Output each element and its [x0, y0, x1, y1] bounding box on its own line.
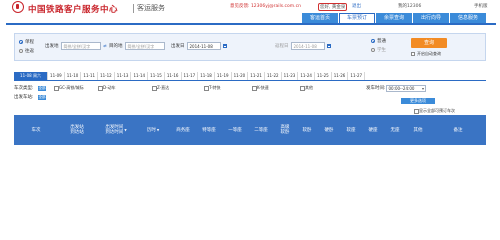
- date-tab[interactable]: 11-24: [298, 72, 315, 80]
- depart-date-input[interactable]: 2014-11-08: [187, 42, 221, 50]
- train-type-all-button[interactable]: 全部: [38, 86, 46, 91]
- col-other: 其他: [413, 127, 423, 133]
- passenger-student-radio[interactable]: [371, 48, 375, 52]
- filter-k-checkbox[interactable]: K-快速: [252, 85, 269, 91]
- date-tab[interactable]: 11-13: [115, 72, 132, 80]
- col-first-class: 一等座: [228, 127, 242, 133]
- passenger-normal-label: 普通: [377, 39, 386, 44]
- swap-stations-icon[interactable]: ⇄: [103, 44, 107, 48]
- date-tab[interactable]: 11-09: [48, 72, 65, 80]
- to-label: 目的地: [109, 44, 123, 49]
- col-deluxe-sleeper: 高级 软卧: [280, 125, 290, 135]
- from-station-input[interactable]: 简拼/全拼/汉字: [61, 42, 101, 50]
- date-tab[interactable]: 11-17: [182, 72, 199, 80]
- one-way-radio[interactable]: [19, 40, 23, 44]
- date-tab[interactable]: 11-27: [348, 72, 366, 80]
- col-soft-sleeper: 软卧: [302, 127, 312, 133]
- date-tab-selected[interactable]: 11-08 周六: [14, 72, 48, 80]
- from-label: 出发地: [45, 44, 59, 49]
- station-label: 出发车站:: [14, 95, 34, 100]
- date-tab[interactable]: 11-16: [165, 72, 182, 80]
- tab-ticket-booking[interactable]: 车票预订: [339, 13, 375, 23]
- brand-subtitle: 客运服务: [137, 4, 165, 12]
- tab-home[interactable]: 客运首页: [302, 13, 338, 23]
- date-tab[interactable]: 11-18: [198, 72, 215, 80]
- brand-divider: [133, 4, 134, 13]
- depart-time-label: 发车时间:: [366, 86, 386, 91]
- brand-title: 中国铁路客户服务中心: [28, 5, 119, 15]
- filter-t-checkbox[interactable]: T-特快: [204, 85, 221, 91]
- tab-info-service[interactable]: 信息服务: [450, 13, 486, 23]
- user-greeting: 您好, 黄金泉: [318, 3, 348, 11]
- date-tab[interactable]: 11-25: [315, 72, 332, 80]
- auto-query-checkbox[interactable]: [411, 52, 415, 56]
- date-tab[interactable]: 11-22: [265, 72, 282, 80]
- train-type-label: 车次类型:: [14, 86, 34, 91]
- show-all-checkbox[interactable]: 显示全部可预订车次: [414, 108, 455, 114]
- results-table-header: 车次 出发站 到达站 出发时间 到达时间 历时 商务座 特等座 一等座 二等座 …: [14, 115, 486, 145]
- date-tab[interactable]: 11-15: [148, 72, 165, 80]
- passenger-normal-radio[interactable]: [371, 39, 375, 43]
- date-tab[interactable]: 11-12: [98, 72, 115, 80]
- depart-time-select[interactable]: 00:00--24:00: [386, 85, 426, 92]
- railway-logo-icon: [12, 1, 24, 13]
- my12306-link[interactable]: 我的12306: [398, 3, 421, 9]
- col-times[interactable]: 出发时间 到达时间: [96, 115, 136, 145]
- return-date-label: 返程日: [275, 44, 289, 49]
- return-date-input[interactable]: 2014-11-08: [291, 42, 325, 50]
- col-remarks: 备注: [453, 127, 463, 133]
- logout-link[interactable]: 退出: [352, 3, 361, 9]
- feedback-link[interactable]: 意见反馈: 12306yj@rails.com.cn: [230, 3, 301, 9]
- station-all-button[interactable]: 全部: [38, 95, 46, 100]
- filter-other-checkbox[interactable]: 其他: [300, 85, 313, 91]
- date-tab[interactable]: 11-14: [131, 72, 149, 80]
- date-tab[interactable]: 11-20: [232, 72, 249, 80]
- date-tab[interactable]: 11-19: [215, 72, 232, 80]
- date-strip: 11-08 周六 11-09 11-10 11-11 11-12 11-13 1…: [14, 72, 486, 81]
- col-soft-seat: 软座: [346, 127, 356, 133]
- train-type-filter-row: 车次类型: 全部 GC-高铁/城际 D-动车 Z-直达 T-特快 K-快速 其他…: [14, 85, 486, 94]
- one-way-label: 单程: [25, 40, 34, 45]
- search-panel: 单程 往返 出发地 简拼/全拼/汉字 ⇄ 目的地 简拼/全拼/汉字 出发日 20…: [14, 33, 486, 61]
- col-premium: 特等座: [202, 127, 216, 133]
- tab-ticket-query[interactable]: 余票查询: [376, 13, 412, 23]
- date-tab[interactable]: 11-21: [248, 72, 265, 80]
- mobile-link[interactable]: 手机版: [474, 3, 488, 9]
- filter-d-checkbox[interactable]: D-动车: [98, 85, 116, 91]
- col-train-no[interactable]: 车次: [14, 115, 58, 145]
- filter-gc-checkbox[interactable]: GC-高铁/城际: [54, 85, 84, 91]
- main-nav: 客运首页 车票预订 余票查询 出行向导 信息服务: [301, 13, 486, 23]
- depart-calendar-icon[interactable]: [223, 44, 227, 48]
- col-stations[interactable]: 出发站 到达站: [58, 115, 96, 145]
- round-trip-radio[interactable]: [19, 49, 23, 53]
- col-no-seat: 无座: [390, 127, 400, 133]
- date-tab[interactable]: 11-23: [282, 72, 299, 80]
- col-second-class: 二等座: [254, 127, 268, 133]
- return-calendar-icon[interactable]: [327, 44, 331, 48]
- date-tab[interactable]: 11-10: [65, 72, 82, 80]
- col-business: 商务座: [176, 127, 190, 133]
- passenger-student-label: 学生: [377, 48, 386, 53]
- tab-travel-guide[interactable]: 出行向导: [413, 13, 449, 23]
- filter-z-checkbox[interactable]: Z-直达: [152, 85, 169, 91]
- header: 中国铁路客户服务中心 客运服务 意见反馈: 12306yj@rails.com.…: [0, 0, 500, 15]
- col-hard-sleeper: 硬卧: [324, 127, 334, 133]
- round-trip-label: 往返: [25, 49, 34, 54]
- date-tab[interactable]: 11-26: [332, 72, 349, 80]
- to-station-input[interactable]: 简拼/全拼/汉字: [125, 42, 165, 50]
- col-hard-seat: 硬座: [368, 127, 378, 133]
- col-duration[interactable]: 历时: [136, 115, 170, 145]
- auto-query-label: 开启自动查询: [417, 51, 441, 56]
- nav-underline: [6, 23, 496, 25]
- depart-date-label: 出发日: [171, 44, 185, 49]
- date-tab[interactable]: 11-11: [81, 72, 99, 80]
- query-button[interactable]: 查询: [411, 38, 447, 48]
- more-options-button[interactable]: 更多选项: [401, 98, 435, 104]
